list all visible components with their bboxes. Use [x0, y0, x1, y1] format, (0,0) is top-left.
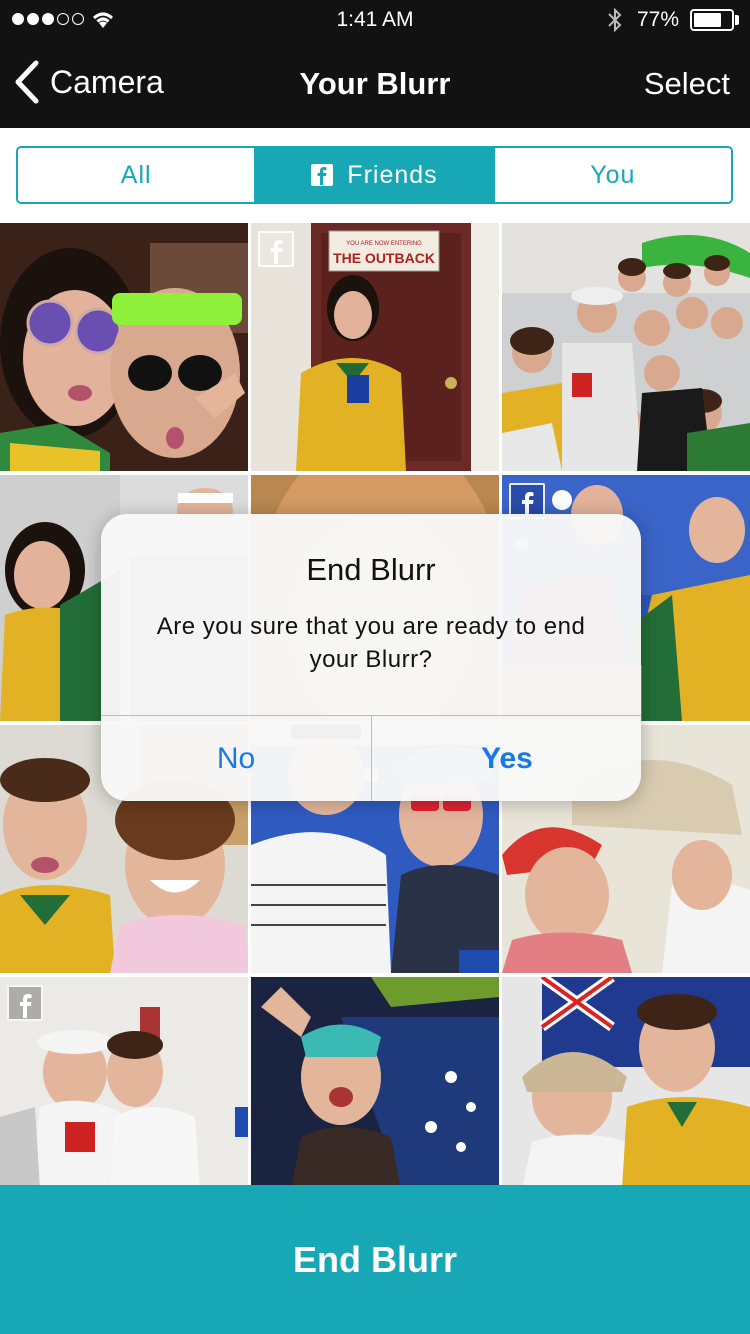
tab-all-label: All	[120, 160, 152, 189]
battery-percent: 77%	[637, 8, 680, 31]
tab-friends-label: Friends	[347, 160, 438, 189]
alert-title: End Blurr	[306, 552, 436, 587]
photo-tile[interactable]	[0, 977, 248, 1189]
status-bar: 1:41 AM 77%	[0, 0, 750, 40]
filter-tabs: All Friends You	[16, 146, 733, 204]
outback-sign-top: YOU ARE NOW ENTERING	[346, 241, 422, 247]
facebook-badge-icon	[7, 985, 43, 1021]
alert-yes-button[interactable]: Yes	[372, 716, 641, 801]
photo-tile[interactable]	[502, 977, 750, 1189]
tab-you-label: You	[590, 160, 636, 189]
tab-you[interactable]: You	[492, 148, 731, 202]
filter-bar: All Friends You	[0, 128, 750, 223]
facebook-badge-icon	[258, 231, 294, 267]
select-button[interactable]: Select	[644, 66, 730, 102]
battery-icon	[690, 9, 734, 31]
nav-bar: Camera Your Blurr Select	[0, 40, 750, 128]
tab-friends[interactable]: Friends	[254, 148, 493, 202]
end-blurr-button[interactable]: End Blurr	[0, 1185, 750, 1334]
photo-tile[interactable]	[251, 977, 499, 1189]
alert-message: Are you sure that you are ready to end y…	[156, 613, 586, 673]
tab-all[interactable]: All	[18, 148, 254, 202]
photo-tile[interactable]	[502, 223, 750, 471]
facebook-icon	[311, 164, 334, 186]
photo-tile[interactable]	[0, 223, 248, 471]
battery-tip	[735, 15, 739, 25]
alert-no-button[interactable]: No	[101, 716, 371, 801]
photo-tile[interactable]: YOU ARE NOW ENTERING THE OUTBACK	[251, 223, 499, 471]
end-blurr-alert: End Blurr Are you sure that you are read…	[101, 514, 641, 801]
outback-sign-main: THE OUTBACK	[333, 250, 435, 266]
bluetooth-icon	[608, 7, 622, 33]
page-title: Your Blurr	[299, 66, 451, 101]
